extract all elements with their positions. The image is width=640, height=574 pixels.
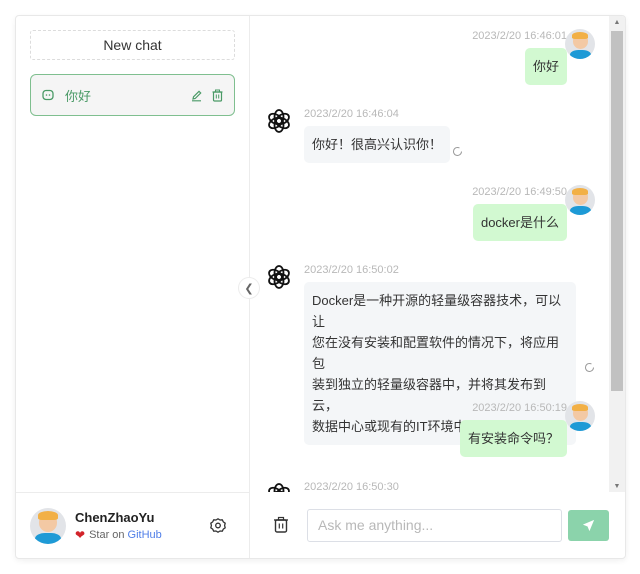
scroll-down-arrow[interactable]: ▼: [609, 480, 625, 492]
chat-app: New chat 你好 ChenZhaoYu ❤ Star on GitHub …: [15, 15, 626, 559]
message-bubble: docker是什么: [472, 204, 567, 241]
message-input[interactable]: [307, 508, 562, 542]
message-bubble: 有安装命令吗？: [459, 420, 567, 457]
message-bubble: 你好: [524, 48, 567, 85]
messages-scrollbar[interactable]: ▲ ▼: [609, 16, 625, 492]
regenerate-icon[interactable]: [584, 362, 595, 373]
message-bubble: 你好！很高兴认识你！: [304, 126, 451, 163]
message-line: 您在没有安装和配置软件的情况下，将应用包: [312, 335, 560, 371]
input-bar: [250, 492, 625, 558]
star-text: Star on: [89, 528, 125, 541]
sidebar-footer: ChenZhaoYu ❤ Star on GitHub: [16, 492, 249, 558]
message-user: 2023/2/20 16:49:50 docker是什么: [295, 186, 595, 241]
message-timestamp: 2023/2/20 16:49:50: [472, 186, 567, 198]
user-avatar: [30, 507, 66, 544]
github-link[interactable]: GitHub: [128, 529, 162, 541]
send-icon: [581, 518, 596, 533]
clear-chat-icon[interactable]: [272, 516, 290, 534]
message-timestamp: 2023/2/20 16:46:01: [472, 30, 567, 42]
chat-history-list: 你好: [30, 74, 235, 116]
message-line: Docker是一种开源的轻量级容器技术，可以让: [312, 293, 562, 329]
message-timestamp: 2023/2/20 16:46:04: [304, 108, 399, 120]
history-item[interactable]: 你好: [30, 74, 235, 116]
scrollbar-thumb[interactable]: [611, 31, 623, 391]
message-list: 2023/2/20 16:46:01 你好 2023/2/20 16:46:04…: [250, 16, 625, 492]
star-on-github: ❤ Star on GitHub: [75, 528, 209, 542]
collapse-sidebar-button[interactable]: ❮: [238, 277, 260, 299]
message-assistant: 2023/2/20 16:46:04 你好！很高兴认识你！: [304, 108, 451, 163]
heart-icon: ❤: [75, 527, 86, 542]
chatgpt-icon: [266, 482, 292, 492]
chat-main: 2023/2/20 16:46:01 你好 2023/2/20 16:46:04…: [250, 16, 625, 558]
message-timestamp: 2023/2/20 16:50:19: [472, 402, 567, 414]
chatgpt-icon: [266, 108, 292, 134]
settings-icon[interactable]: [209, 517, 227, 535]
regenerate-icon[interactable]: [452, 146, 463, 157]
message-assistant: 2023/2/20 16:50:30: [304, 481, 399, 492]
edit-icon[interactable]: [190, 89, 203, 102]
chevron-left-icon: ❮: [244, 282, 254, 295]
user-avatar: [565, 185, 595, 215]
new-chat-button[interactable]: New chat: [30, 30, 235, 60]
chat-bubble-icon: [41, 88, 55, 102]
chatgpt-icon: [266, 264, 292, 290]
user-avatar: [565, 401, 595, 431]
message-timestamp: 2023/2/20 16:50:02: [304, 264, 399, 276]
user-avatar: [565, 29, 595, 59]
sidebar: New chat 你好 ChenZhaoYu ❤ Star on GitHub: [16, 16, 250, 558]
delete-icon[interactable]: [211, 89, 224, 102]
message-user: 2023/2/20 16:50:19 有安装命令吗？: [295, 402, 595, 457]
user-info: ChenZhaoYu ❤ Star on GitHub: [75, 510, 209, 542]
message-user: 2023/2/20 16:46:01 你好: [295, 30, 595, 85]
user-name: ChenZhaoYu: [75, 509, 155, 525]
history-item-label: 你好: [65, 88, 92, 104]
scroll-up-arrow[interactable]: ▲: [609, 16, 625, 30]
message-timestamp: 2023/2/20 16:50:30: [304, 481, 399, 492]
send-button[interactable]: [568, 509, 609, 541]
